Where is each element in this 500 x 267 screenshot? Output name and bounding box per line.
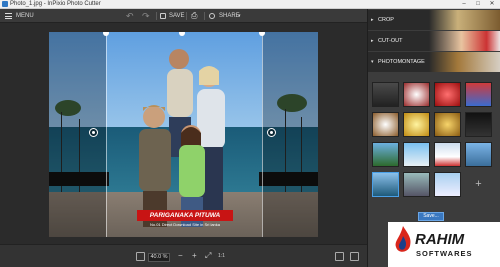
toolbar-divider	[156, 12, 157, 20]
view-toggle-icon[interactable]	[335, 252, 344, 261]
layout-icon[interactable]	[136, 252, 145, 261]
toolbar-divider	[204, 12, 205, 20]
menu-icon[interactable]	[5, 13, 12, 19]
logo-subtitle: SOFTWARES	[416, 249, 473, 258]
app-icon	[2, 1, 8, 7]
photomontage-preview	[429, 52, 500, 72]
background-thumbnail[interactable]	[434, 172, 461, 197]
undo-icon[interactable]: ↶	[126, 9, 134, 23]
background-thumbnail[interactable]	[465, 142, 492, 167]
background-thumbnail[interactable]	[465, 112, 492, 137]
menu-button[interactable]: MENU	[16, 9, 34, 23]
crop-left-handle[interactable]	[89, 128, 98, 137]
background-thumbnail[interactable]	[434, 82, 461, 107]
add-background-icon[interactable]: +	[465, 172, 492, 197]
cutout-section[interactable]: ▸ CUT-OUT	[368, 31, 500, 51]
print-icon[interactable]: ⎙	[191, 9, 197, 23]
crop-line-left[interactable]	[106, 32, 107, 237]
crop-preview	[429, 10, 500, 30]
background-thumbnail-selected[interactable]	[372, 172, 399, 197]
panel-save-button[interactable]: Save...	[418, 212, 444, 221]
crop-line-right[interactable]	[262, 32, 263, 237]
chevron-right-icon: ▸	[371, 38, 374, 44]
minimize-button[interactable]: –	[458, 0, 470, 9]
zoom-value[interactable]: 40.0 %	[148, 253, 170, 262]
canvas-area: PARIGANAKA PITUWA No.01 Direct Download …	[0, 23, 367, 244]
crop-section[interactable]: ▸ CROP	[368, 10, 500, 30]
toolbar: MENU ↶ ↷ SAVE ⎙ SHARE ▾	[0, 9, 367, 23]
zoom-in-icon[interactable]: +	[192, 249, 197, 263]
photomontage-label: PHOTOMONTAGE	[378, 59, 425, 65]
title-bar: Photo_1.jpg - InPixio Photo Cutter – □ ✕	[0, 0, 500, 9]
background-thumbnail[interactable]	[403, 142, 430, 167]
background-thumbnail[interactable]	[403, 112, 430, 137]
background-thumbnail[interactable]	[434, 112, 461, 137]
photo[interactable]: PARIGANAKA PITUWA No.01 Direct Download …	[49, 32, 318, 237]
close-button[interactable]: ✕	[486, 0, 498, 9]
background-thumbnail[interactable]	[372, 112, 399, 137]
share-dropdown-caret[interactable]: ▾	[238, 9, 241, 23]
background-thumbnail[interactable]	[372, 82, 399, 107]
background-grid: +	[372, 82, 496, 208]
background-thumbnail[interactable]	[434, 142, 461, 167]
save-button[interactable]: SAVE	[169, 9, 185, 23]
actual-size-icon[interactable]: 1:1	[218, 249, 225, 263]
flame-logo-icon	[395, 226, 411, 252]
share-button[interactable]: SHARE	[219, 9, 240, 23]
background-thumbnail[interactable]	[403, 82, 430, 107]
toolbar-divider	[186, 12, 187, 20]
watermark-banner: PARIGANAKA PITUWA	[137, 210, 233, 221]
crop-right-handle[interactable]	[267, 128, 276, 137]
zoom-out-icon[interactable]: −	[178, 249, 183, 263]
window-title: Photo_1.jpg - InPixio Photo Cutter	[10, 1, 101, 7]
logo-name: RAHIM	[415, 231, 465, 248]
maximize-button[interactable]: □	[472, 0, 484, 9]
photomontage-section[interactable]: ▾ PHOTOMONTAGE	[368, 52, 500, 72]
share-icon[interactable]	[209, 13, 215, 19]
background-thumbnail[interactable]	[403, 172, 430, 197]
app-window: Photo_1.jpg - InPixio Photo Cutter – □ ✕…	[0, 0, 500, 267]
redo-icon[interactable]: ↷	[142, 9, 150, 23]
status-bar: 40.0 % − + ⤢ 1:1	[0, 244, 367, 267]
chevron-right-icon: ▸	[371, 17, 374, 23]
panel-toggle-icon[interactable]	[350, 252, 359, 261]
background-thumbnail[interactable]	[372, 142, 399, 167]
family-figures	[139, 49, 225, 227]
save-icon[interactable]	[160, 13, 166, 19]
background-thumbnail[interactable]	[465, 82, 492, 107]
chevron-down-icon: ▾	[371, 59, 374, 65]
fit-icon[interactable]: ⤢	[205, 249, 211, 263]
crop-label: CROP	[378, 17, 394, 23]
cutout-label: CUT-OUT	[378, 38, 403, 44]
watermark-subtitle: No.01 Direct Download Site in Sri lanka	[149, 222, 221, 227]
brand-logo: RAHIM SOFTWARES	[388, 222, 500, 267]
cutout-preview	[429, 31, 500, 51]
